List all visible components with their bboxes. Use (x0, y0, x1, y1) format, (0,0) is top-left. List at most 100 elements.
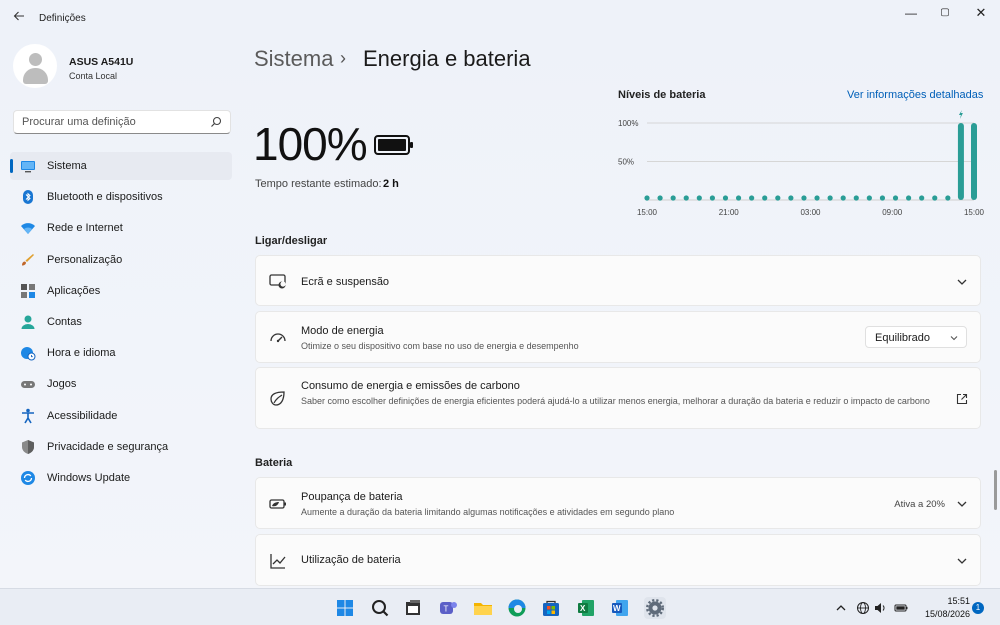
bluetooth-icon (23, 190, 33, 205)
file-explorer-icon[interactable] (402, 597, 424, 619)
edge-icon[interactable] (506, 597, 528, 619)
screen-sleep-card[interactable]: Ecrã e suspensão (255, 255, 981, 306)
update-icon (21, 470, 35, 485)
charging-bolt-icon (958, 110, 963, 119)
volume-icon[interactable] (873, 601, 887, 615)
battery-saver-card[interactable]: Poupança de bateria Aumente a duração da… (255, 477, 981, 529)
chevron-down-icon[interactable] (956, 555, 968, 567)
svg-text:X: X (580, 604, 586, 613)
sidebar-item-gaming[interactable]: Jogos (10, 370, 232, 398)
search-box[interactable] (13, 110, 231, 134)
data-point (945, 195, 951, 201)
estimate-label: Tempo restante estimado: (255, 178, 382, 190)
breadcrumb-parent[interactable]: Sistema (254, 46, 333, 72)
card-description: Otimize o seu dispositivo com base no us… (301, 341, 579, 351)
section-title-power: Ligar/desligar (255, 235, 328, 247)
sidebar-item-sistema[interactable]: Sistema (10, 152, 232, 180)
sidebar-item-label: Aplicações (47, 284, 101, 297)
data-point (892, 195, 899, 201)
energy-carbon-card[interactable]: Consumo de energia e emissões de carbono… (255, 367, 981, 429)
data-point (696, 195, 702, 201)
x-tick-label: 15:00 (637, 208, 658, 217)
detailed-info-link[interactable]: Ver informações detalhadas (847, 89, 983, 101)
chart-title: Níveis de bateria (618, 89, 706, 101)
data-point (840, 195, 846, 201)
battery-usage-card[interactable]: Utilização de bateria (255, 534, 981, 586)
x-tick-label: 03:00 (800, 208, 821, 217)
card-title: Ecrã e suspensão (301, 276, 390, 288)
sidebar-item-label: Jogos (47, 378, 77, 391)
svg-text:W: W (613, 604, 621, 613)
sidebar-item-label: Hora e idioma (47, 347, 116, 360)
chevron-down-icon[interactable] (956, 498, 968, 510)
card-title: Utilização de bateria (301, 554, 401, 566)
breadcrumb-separator: › (340, 48, 346, 68)
svg-text:T: T (444, 605, 449, 614)
sidebar-item-personalization[interactable]: Personalização (10, 246, 232, 274)
battery-tray-icon[interactable] (894, 601, 908, 615)
folder-icon[interactable] (472, 597, 494, 619)
card-title: Consumo de energia e emissões de carbono (301, 380, 520, 392)
battery-saver-status: Ativa a 20% (894, 499, 945, 510)
data-point (749, 195, 755, 201)
close-button[interactable]: ✕ (966, 4, 996, 22)
chevron-down-icon (950, 336, 958, 341)
x-tick-label: 09:00 (882, 208, 903, 217)
settings-icon[interactable] (644, 597, 666, 619)
sidebar-item-privacy[interactable]: Privacidade e segurança (10, 433, 232, 461)
clock-date[interactable]: 15/08/2026 (920, 609, 970, 619)
x-tick-label: 15:00 (964, 208, 985, 217)
sidebar-item-accessibility[interactable]: Acessibilidade (10, 402, 232, 430)
card-description: Saber como escolher definições de energi… (301, 396, 930, 406)
accessibility-icon (22, 408, 34, 423)
globe-clock-icon (21, 347, 36, 361)
sidebar-item-windows-update[interactable]: Windows Update (10, 464, 232, 492)
y-tick-label: 50% (618, 158, 634, 167)
power-mode-value: Equilibrado (875, 332, 931, 344)
scrollbar[interactable] (994, 470, 997, 510)
search-icon[interactable] (210, 116, 222, 128)
data-point (683, 195, 689, 201)
power-mode-select[interactable]: Equilibrado (865, 326, 967, 348)
minimize-button[interactable]: — (896, 4, 926, 22)
external-link-icon[interactable] (956, 393, 968, 405)
back-arrow-icon[interactable] (10, 9, 28, 27)
sidebar-item-apps[interactable]: Aplicações (10, 277, 232, 305)
clock-time[interactable]: 15:51 (936, 596, 970, 606)
power-mode-card: Modo de energia Otimize o seu dispositiv… (255, 311, 981, 363)
teams-icon[interactable]: T (437, 597, 459, 619)
app-title: Definições (39, 13, 86, 24)
data-point (827, 195, 833, 201)
search-icon[interactable] (369, 597, 391, 619)
avatar[interactable] (13, 44, 57, 88)
chevron-down-icon[interactable] (956, 276, 968, 288)
sidebar-item-label: Sistema (47, 160, 87, 172)
page-title: Energia e bateria (363, 46, 531, 71)
store-icon[interactable] (540, 597, 562, 619)
chevron-up-icon[interactable] (834, 601, 848, 615)
card-title: Poupança de bateria (301, 491, 403, 503)
data-point (735, 195, 742, 201)
data-bar (957, 123, 964, 200)
power-mode-icon (270, 333, 286, 343)
search-input[interactable] (22, 114, 202, 130)
data-point (866, 195, 872, 201)
sidebar-item-label: Rede e Internet (47, 222, 123, 235)
card-description: Aumente a duração da bateria limitando a… (301, 507, 675, 517)
maximize-button[interactable]: ▢ (930, 4, 960, 22)
notification-badge[interactable]: 1 (972, 602, 984, 614)
sidebar-item-label: Personalização (47, 253, 123, 266)
sidebar-item-label: Bluetooth e dispositivos (47, 191, 163, 204)
screen-sleep-icon (269, 274, 286, 289)
language-icon[interactable] (856, 601, 870, 615)
excel-icon[interactable]: X (575, 597, 597, 619)
start-icon[interactable] (334, 597, 356, 619)
sidebar-item-time-language[interactable]: Hora e idioma (10, 339, 232, 367)
data-point (722, 195, 729, 201)
sidebar-item-accounts[interactable]: Contas (10, 308, 232, 336)
sidebar-item-network[interactable]: Rede e Internet (10, 214, 232, 242)
sidebar-item-bluetooth[interactable]: Bluetooth e dispositivos (10, 183, 232, 211)
word-icon[interactable]: W (609, 597, 631, 619)
monitor-icon (21, 161, 35, 173)
section-title-battery: Bateria (255, 457, 293, 469)
